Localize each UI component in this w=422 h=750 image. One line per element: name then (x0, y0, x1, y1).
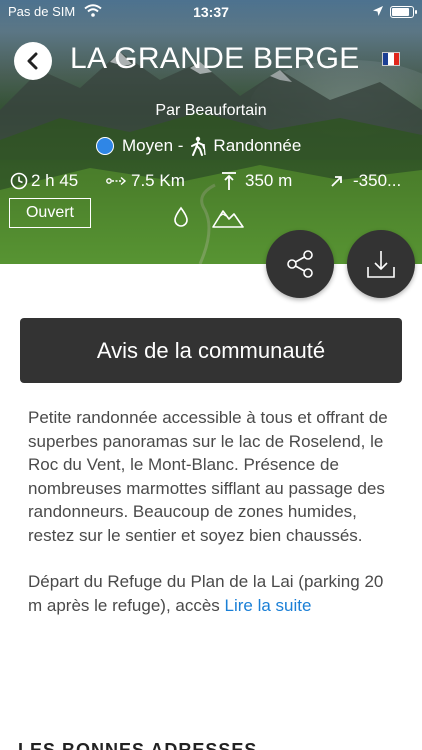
clock-icon (10, 172, 28, 190)
duration-value: 2 h 45 (31, 171, 79, 190)
elevation-gain-stat: 350 m (220, 171, 292, 191)
chevron-left-icon (27, 52, 38, 70)
status-badge: Ouvert (9, 198, 91, 228)
read-more-link[interactable]: Lire la suite (225, 596, 312, 615)
water-drop-icon (174, 206, 188, 227)
clock-time: 13:37 (193, 4, 229, 20)
battery-icon (390, 6, 417, 18)
trail-level: Moyen - Randonnée (96, 136, 301, 156)
distance-icon (106, 176, 127, 186)
difficulty-label: Moyen - (122, 136, 184, 155)
trail-author: Par Beaufortain (155, 102, 267, 119)
description-paragraph-2: Départ du Refuge du Plan de la Lai (park… (28, 570, 388, 617)
description-start-text: Départ du Refuge du Plan de la Lai (park… (28, 572, 384, 615)
download-icon (367, 251, 395, 278)
activity-label: Randonnée (213, 136, 302, 155)
status-bar: Pas de SIM 13:37 (0, 0, 422, 24)
back-button[interactable] (14, 42, 52, 80)
description-paragraph: Petite randonnée accessible à tous et of… (28, 408, 388, 545)
community-reviews-button[interactable]: Avis de la communauté (20, 318, 402, 383)
download-button[interactable] (347, 230, 415, 298)
battery-level (392, 8, 410, 16)
difficulty-dot-icon (96, 137, 114, 155)
distance-value: 7.5 Km (131, 171, 185, 190)
elevation-gain-icon (222, 172, 236, 190)
distance-stat: 7.5 Km (106, 171, 185, 191)
elevation-loss-value: -350... (353, 171, 402, 190)
hiker-icon (191, 136, 207, 156)
trail-title: LA GRANDE BERGE (70, 42, 360, 75)
section-title-addresses: LES BONNES ADRESSES (18, 740, 258, 750)
trail-stats: 2 h 45 7.5 Km 350 m -350... (10, 171, 414, 193)
mountain-icon (212, 210, 244, 228)
arrow-up-right-icon (331, 176, 342, 187)
share-icon (287, 250, 313, 278)
elevation-loss-stat: -350... (330, 171, 401, 191)
share-button[interactable] (266, 230, 334, 298)
duration-stat: 2 h 45 (10, 171, 78, 191)
elevation-gain-value: 350 m (245, 171, 293, 190)
trail-description: Petite randonnée accessible à tous et of… (28, 406, 388, 640)
flag-france-icon[interactable] (382, 52, 400, 66)
location-arrow-icon (372, 5, 384, 20)
